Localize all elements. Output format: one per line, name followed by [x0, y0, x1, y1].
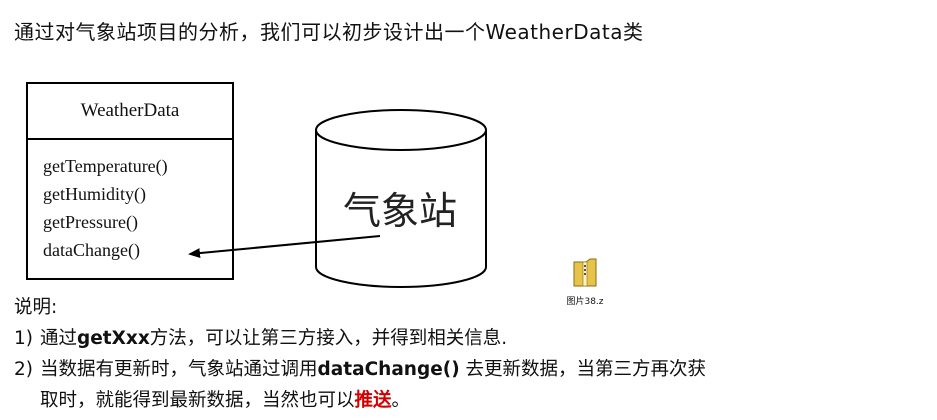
page-heading: 通过对气象站项目的分析，我们可以初步设计出一个WeatherData类	[14, 20, 644, 44]
note-number: 1)	[14, 328, 33, 349]
method-get-temperature: getTemperature()	[43, 156, 168, 176]
note-text: 。	[391, 390, 411, 411]
notes-title: 说明:	[14, 297, 58, 318]
note-text: 通过	[40, 328, 78, 349]
note-text: 去更新数据，当第三方再次获	[459, 359, 707, 380]
method-list: getTemperature() getHumidity() getPressu…	[28, 140, 232, 264]
method-data-change: dataChange()	[43, 240, 140, 260]
note-item-2: 2) 当数据有更新时，气象站通过调用dataChange() 去更新数据，当第三方…	[14, 354, 706, 385]
note-item-2-continued: 取时，就能得到最新数据，当然也可以推送。	[14, 385, 706, 416]
note-number: 2)	[14, 359, 33, 380]
note-keyword: getXxx	[77, 328, 150, 349]
note-text: 方法，可以让第三方接入，并得到相关信息.	[149, 328, 508, 349]
push-highlight: 推送	[354, 390, 392, 411]
note-item-1: 1) 通过getXxx方法，可以让第三方接入，并得到相关信息.	[14, 323, 706, 354]
note-keyword: dataChange()	[317, 359, 460, 380]
method-get-pressure: getPressure()	[43, 212, 138, 232]
weatherdata-class-box: WeatherData getTemperature() getHumidity…	[26, 82, 234, 280]
class-name: WeatherData	[28, 84, 232, 140]
weather-station-label: 气象站	[343, 189, 458, 233]
note-text: 取时，就能得到最新数据，当然也可以	[40, 390, 355, 411]
method-get-humidity: getHumidity()	[43, 184, 146, 204]
note-text: 当数据有更新时，气象站通过调用	[40, 359, 318, 380]
zip-file-glyph	[573, 258, 597, 287]
notes-section: 说明: 1) 通过getXxx方法，可以让第三方接入，并得到相关信息. 2) 当数据…	[14, 292, 706, 416]
